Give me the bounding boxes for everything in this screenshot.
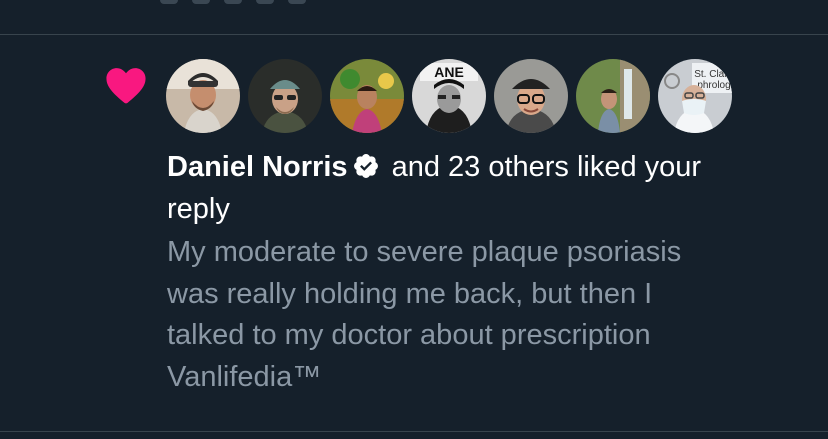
headline-end: reply xyxy=(167,193,230,225)
reply-line: talked to my doctor about prescription xyxy=(167,319,651,351)
reply-line: Vanlifedia™ xyxy=(167,360,322,393)
avatar[interactable]: St. Clair phrolog xyxy=(658,59,732,133)
previous-avatar-edge xyxy=(160,0,178,4)
previous-avatar-edge xyxy=(224,0,242,4)
svg-text:ANE: ANE xyxy=(434,64,464,80)
previous-item-remnant xyxy=(160,0,320,6)
previous-avatar-edge xyxy=(256,0,274,4)
liker-name-link[interactable]: Daniel Norris xyxy=(167,151,348,183)
avatar[interactable] xyxy=(576,59,650,133)
avatar[interactable] xyxy=(166,59,240,133)
verified-badge-icon xyxy=(352,152,380,180)
avatar[interactable] xyxy=(494,59,568,133)
previous-avatar-edge xyxy=(288,0,306,4)
notification-headline: Daniel Norris and 23 others liked your r… xyxy=(167,146,777,230)
liked-reply-text: My moderate to severe plaque psoriasis w… xyxy=(167,232,787,398)
avatar[interactable]: ANE xyxy=(412,59,486,133)
previous-avatar-edge xyxy=(192,0,210,4)
headline-rest: and 23 others liked your xyxy=(391,151,702,183)
avatar[interactable] xyxy=(248,59,322,133)
reply-line: was really holding me back, but then I xyxy=(167,277,653,310)
divider-bottom xyxy=(0,431,828,432)
avatar[interactable] xyxy=(330,59,404,133)
reply-line: My moderate to severe plaque psoriasis xyxy=(167,236,682,268)
heart-icon xyxy=(103,62,149,108)
